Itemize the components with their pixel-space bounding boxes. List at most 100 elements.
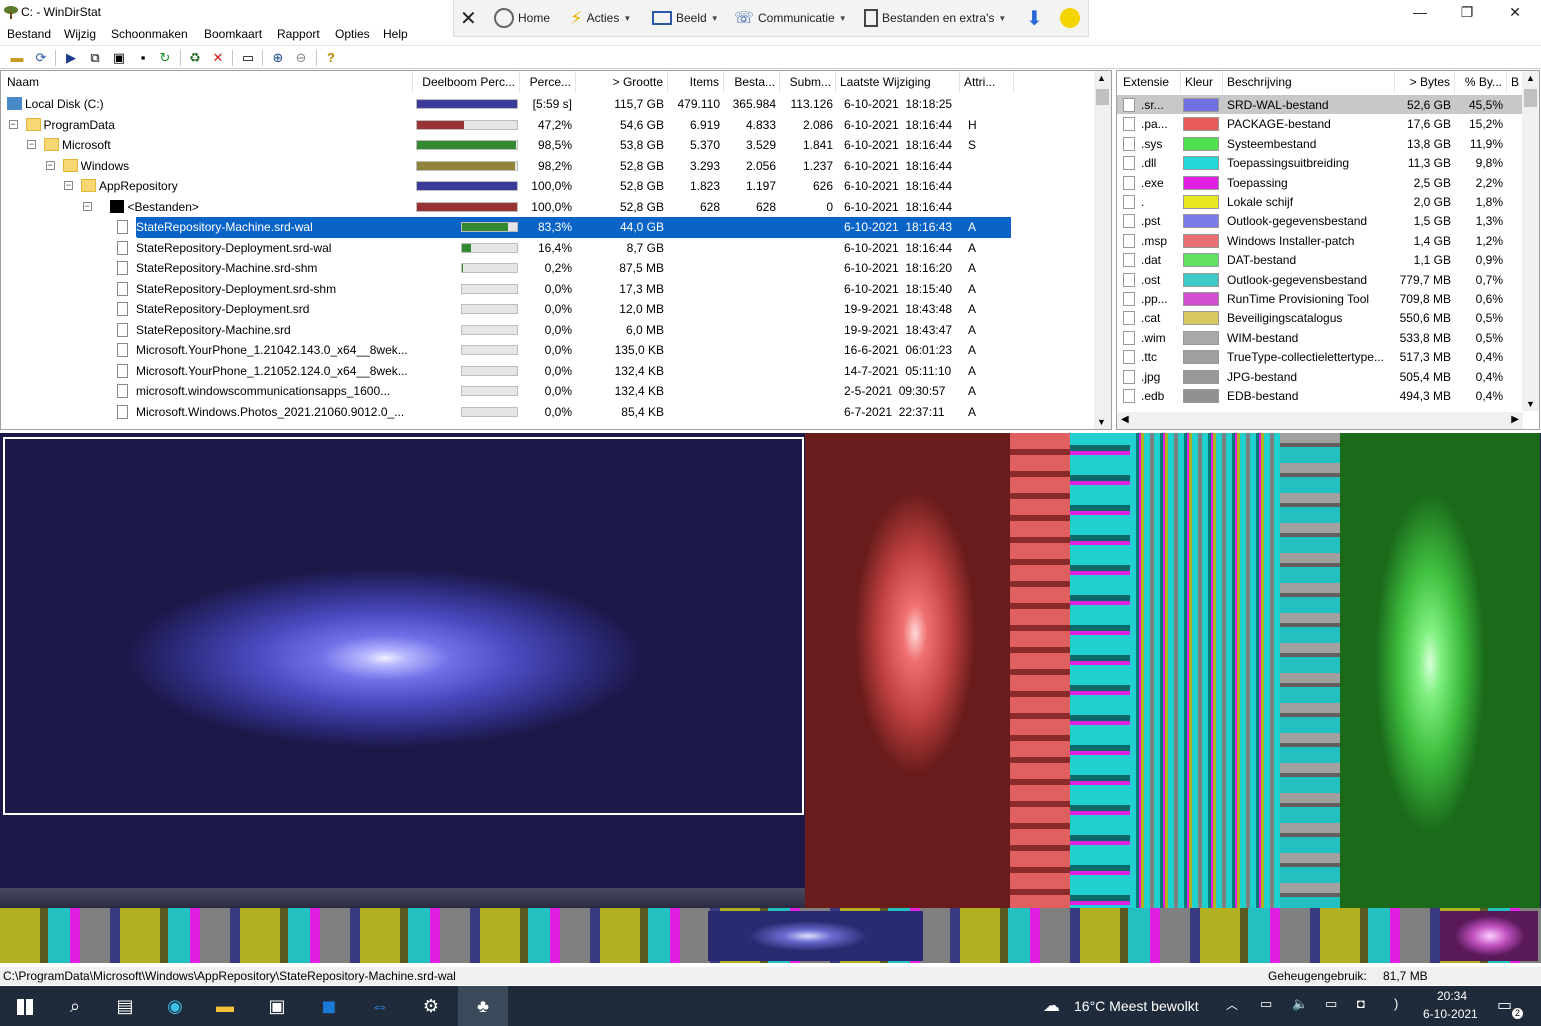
column-header-description[interactable]: Beschrijving <box>1223 71 1395 93</box>
extension-row[interactable]: .sr... SRD-WAL-bestand 52,6 GB 45,5% <box>1117 95 1523 114</box>
tree-row[interactable]: − Microsoft 98,5% 53,8 GB 5.370 3.529 1.841 6-1… <box>1 135 1011 156</box>
play-icon[interactable]: ▶ <box>62 49 80 67</box>
files-menu[interactable]: Bestanden en extra's ▼ <box>864 6 1006 30</box>
tree-row[interactable]: − AppRepository 100,0% 52,8 GB 1.823 1.197 626… <box>1 176 1011 197</box>
scroll-down-icon[interactable]: ▼ <box>1526 399 1535 409</box>
actions-menu[interactable]: ⚡ Acties ▼ <box>570 6 631 30</box>
column-header-files[interactable]: Besta... <box>724 71 780 93</box>
network-icon[interactable]: ▭ <box>1260 996 1272 1012</box>
delete-icon[interactable]: ✕ <box>209 49 227 67</box>
collapse-toggle-icon[interactable]: − <box>45 160 55 170</box>
speaker-icon[interactable]: 🔈 <box>1292 996 1308 1012</box>
scroll-thumb[interactable] <box>1524 89 1537 107</box>
tree-row[interactable]: Microsoft.YourPhone_1.21042.143.0_x64__8… <box>1 340 1011 361</box>
tree-row[interactable]: Microsoft.Windows.Photos_2021.21060.9012… <box>1 402 1011 423</box>
collapse-toggle-icon[interactable]: − <box>64 181 73 190</box>
extension-row[interactable]: .edb EDB-bestand 494,3 MB 0,4% <box>1117 386 1523 405</box>
column-header-size[interactable]: > Grootte <box>576 71 668 93</box>
extension-row[interactable]: .pa... PACKAGE-bestand 17,6 GB 15,2% <box>1117 114 1523 133</box>
treemap-block-misc[interactable] <box>1280 433 1340 908</box>
tree-row[interactable]: StateRepository-Machine.srd 0,0% 6,0 MB 19-… <box>1 320 1011 341</box>
menu-file[interactable]: Bestand <box>7 27 51 41</box>
extension-row[interactable]: .ttc TrueType-collectielettertype... 517,3… <box>1117 347 1523 366</box>
store-icon[interactable]: ▣ <box>252 986 302 1026</box>
open-icon[interactable]: ▬ <box>8 49 26 67</box>
recycle-bin-icon[interactable]: ♻ <box>186 49 204 67</box>
tree-row[interactable]: StateRepository-Machine.srd-shm 0,2% 87,5 … <box>1 258 1011 279</box>
scroll-left-icon[interactable]: ◀ <box>1121 414 1129 425</box>
extension-row[interactable]: .sys Systeembestand 13,8 GB 11,9% <box>1117 134 1523 153</box>
edge-icon[interactable]: ◉ <box>150 986 200 1026</box>
tree-row[interactable]: StateRepository-Deployment.srd-wal 16,4% 8… <box>1 238 1011 259</box>
tree-scrollbar[interactable]: ▲ ▼ <box>1094 71 1111 429</box>
column-header-color[interactable]: Kleur <box>1181 71 1223 93</box>
clock-time[interactable]: 20:34 <box>1437 989 1467 1003</box>
column-header-bytes[interactable]: > Bytes <box>1395 71 1455 93</box>
treemap-block-system-mixed[interactable] <box>1130 433 1280 908</box>
wifi-icon[interactable]: ) <box>1394 996 1398 1011</box>
column-header-extension[interactable]: Extensie <box>1119 71 1181 93</box>
scroll-down-icon[interactable]: ▼ <box>1097 417 1106 427</box>
column-header-items[interactable]: Items <box>668 71 724 93</box>
tree-row[interactable]: − <Bestanden> 100,0% 52,8 GB 628 628 0 6-10-202… <box>1 197 1011 218</box>
extension-row[interactable]: . Lokale schijf 2,0 GB 1,8% <box>1117 192 1523 211</box>
extension-row[interactable]: .dat DAT-bestand 1,1 GB 0,9% <box>1117 250 1523 269</box>
smiley-icon[interactable] <box>1060 6 1080 30</box>
copy-icon[interactable]: ⧉ <box>86 49 104 67</box>
extension-row[interactable]: .exe Toepassing 2,5 GB 2,2% <box>1117 173 1523 192</box>
column-header-bytes-percent[interactable]: % By... <box>1455 71 1507 93</box>
treemap-block-sys[interactable] <box>1340 433 1540 908</box>
extension-row[interactable]: .wim WIM-bestand 533,8 MB 0,5% <box>1117 328 1523 347</box>
extension-hscrollbar[interactable]: ◀ ▶ <box>1117 412 1523 429</box>
treemap-block-dll[interactable] <box>1070 433 1130 908</box>
extension-row[interactable]: .pst Outlook-gegevensbestand 1,5 GB 1,3% <box>1117 211 1523 230</box>
help-icon[interactable]: ? <box>322 49 340 67</box>
scroll-right-icon[interactable]: ▶ <box>1511 414 1519 425</box>
clock-date[interactable]: 6-10-2021 <box>1423 1007 1478 1021</box>
tree-row[interactable]: StateRepository-Deployment.srd 0,0% 12,0 M… <box>1 299 1011 320</box>
security-icon[interactable]: ◘ <box>1357 996 1365 1011</box>
notification-icon[interactable]: ▭ <box>1497 995 1512 1015</box>
refresh-all-icon[interactable]: ⟳ <box>32 49 50 67</box>
column-header-name[interactable]: Naam <box>3 71 413 93</box>
extension-scrollbar[interactable]: ▲ ▼ <box>1522 71 1539 411</box>
extension-row[interactable]: .cat Beveiligingscatalogus 550,6 MB 0,5% <box>1117 308 1523 327</box>
column-header-subdirs[interactable]: Subm... <box>780 71 836 93</box>
tree-row[interactable]: − Windows 98,2% 52,8 GB 3.293 2.056 1.237 6-10-… <box>1 156 1011 177</box>
scroll-thumb[interactable] <box>1096 89 1109 105</box>
tree-row[interactable]: StateRepository-Machine.srd-wal 83,3% 44,0… <box>117 217 1011 238</box>
home-button[interactable]: Home <box>494 6 550 30</box>
minimize-button[interactable]: — <box>1397 0 1443 26</box>
tree-row[interactable]: − ProgramData 47,2% 54,6 GB 6.919 4.833 2.086 6… <box>1 115 1011 136</box>
treemap-block-msp[interactable] <box>1010 433 1070 908</box>
start-button[interactable] <box>0 986 50 1026</box>
teamviewer-icon[interactable]: ⇔ <box>355 986 405 1026</box>
tree-row[interactable]: microsoft.windowscommunicationsapps_1600… <box>1 381 1011 402</box>
tree-row[interactable]: Microsoft.YourPhone_1.21052.124.0_x64__8… <box>1 361 1011 382</box>
battery-icon[interactable]: ▭ <box>1325 996 1337 1012</box>
view-menu[interactable]: Beeld ▼ <box>652 6 719 30</box>
collapse-toggle-icon[interactable]: − <box>82 201 92 211</box>
column-header-b[interactable]: B <box>1507 71 1523 93</box>
extension-row[interactable]: .dll Toepassingsuitbreiding 11,3 GB 9,8% <box>1117 153 1523 172</box>
menu-options[interactable]: Opties <box>335 27 370 41</box>
chevron-up-icon[interactable]: ︿ <box>1226 996 1238 1013</box>
file-explorer-icon[interactable]: ▬ <box>200 986 250 1026</box>
collapse-toggle-icon[interactable]: − <box>8 119 18 129</box>
zoom-out-icon[interactable]: ⊖ <box>292 49 310 67</box>
close-button[interactable]: ✕ <box>1492 0 1538 26</box>
scroll-up-icon[interactable]: ▲ <box>1097 73 1106 83</box>
extension-row[interactable]: .jpg JPG-bestand 505,4 MB 0,4% <box>1117 367 1523 386</box>
menu-report[interactable]: Rapport <box>277 27 320 41</box>
column-header-subtree-percent[interactable]: Deelboom Perc... <box>413 71 520 93</box>
tree-row[interactable]: Local Disk (C:) [5:59 s] 115,7 GB 479.110 36… <box>1 94 1011 115</box>
column-header-attributes[interactable]: Attri... <box>960 71 1014 93</box>
treemap-block-ppkg[interactable] <box>1440 911 1538 961</box>
explorer-icon[interactable]: ▣ <box>110 49 128 67</box>
extension-row[interactable]: .msp Windows Installer-patch 1,4 GB 1,2% <box>1117 231 1523 250</box>
menu-edit[interactable]: Wijzig <box>64 27 96 41</box>
menu-help[interactable]: Help <box>383 27 408 41</box>
extension-row[interactable]: .ost Outlook-gegevensbestand 779,7 MB 0,7% <box>1117 270 1523 289</box>
column-header-percent[interactable]: Perce... <box>520 71 576 93</box>
treemap-block-small-files[interactable] <box>0 888 805 908</box>
